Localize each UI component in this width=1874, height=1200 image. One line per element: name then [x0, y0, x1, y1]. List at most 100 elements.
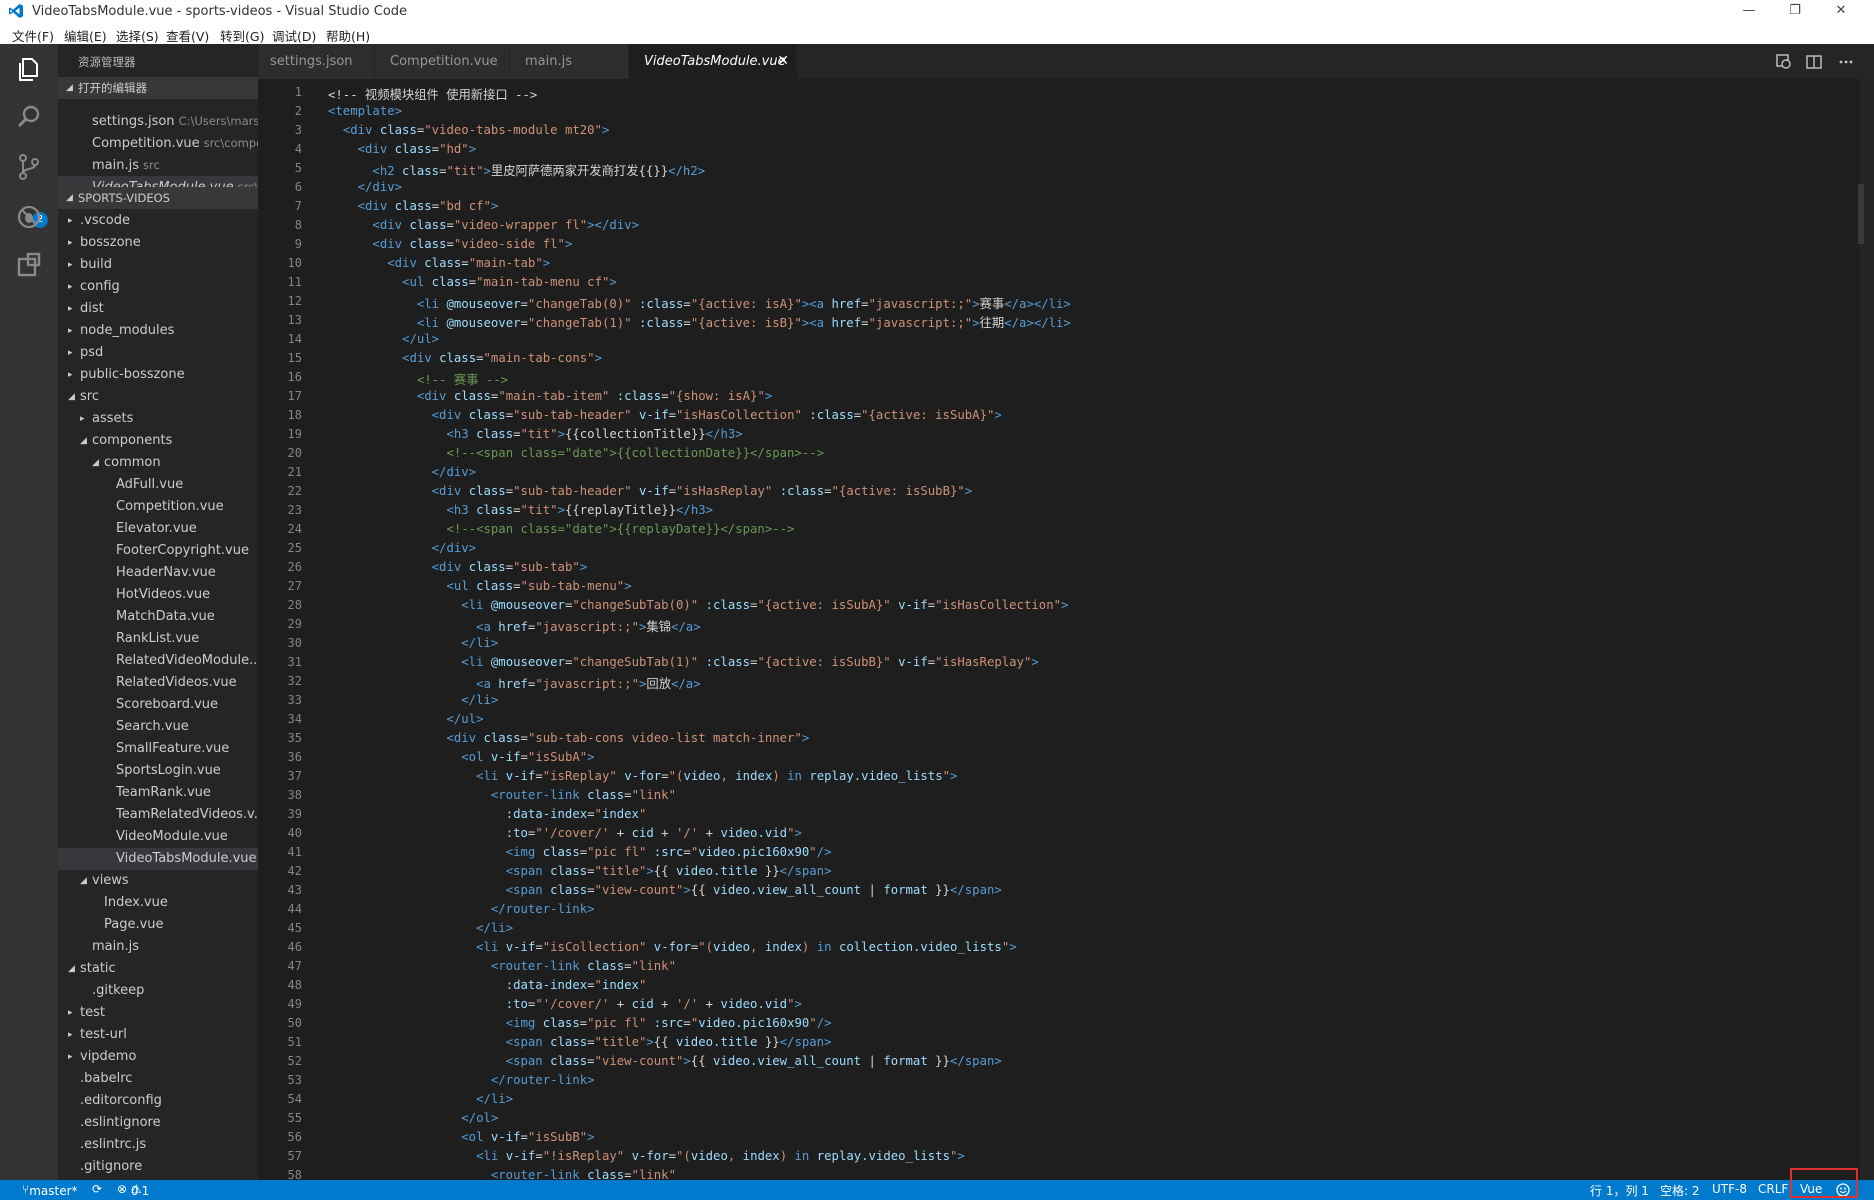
tree-item[interactable]: ◢ views [58, 870, 258, 892]
tree-item[interactable]: ▸ test-url [58, 1024, 258, 1046]
tree-item[interactable]: ◢ common [58, 452, 258, 474]
chevron-down-icon: ◢ [92, 458, 99, 468]
tree-item[interactable]: HotVideos.vue [58, 584, 258, 606]
code-line: <div class="video-side fl"> [372, 237, 573, 251]
tree-item[interactable]: .eslintignore [58, 1112, 258, 1134]
menu-file[interactable]: 文件(F) [12, 26, 54, 45]
code-line: <h2 class="tit">里皮阿萨德两家开发商打发{{}}</h2> [372, 164, 706, 178]
tree-item[interactable]: HeaderNav.vue [58, 562, 258, 584]
tree-item[interactable]: ▸ vipdemo [58, 1046, 258, 1068]
tree-item[interactable]: .eslintrc.js [58, 1134, 258, 1156]
tree-item[interactable]: .gitignore [58, 1156, 258, 1178]
tree-item[interactable]: Scoreboard.vue [58, 694, 258, 716]
chevron-right-icon: ▸ [68, 304, 73, 314]
code-line: <template> [328, 104, 403, 118]
line-number: 12 [287, 294, 302, 308]
line-ending[interactable]: CRLF [1758, 1182, 1788, 1196]
tree-item[interactable]: ◢ src [58, 386, 258, 408]
cursor-position[interactable]: 行 1，列 1 [1590, 1182, 1649, 1199]
tab-competition-vue[interactable]: Competition.vue [375, 44, 509, 79]
open-editor-item[interactable]: main.js src [58, 154, 258, 176]
open-changes-icon[interactable] [1774, 52, 1794, 72]
debug-icon[interactable] [14, 202, 44, 232]
search-icon[interactable] [14, 102, 44, 132]
tree-item[interactable]: ▸ bosszone [58, 232, 258, 254]
line-number: 37 [287, 769, 302, 783]
tree-item[interactable]: ▸ config [58, 276, 258, 298]
more-actions-icon[interactable] [1836, 52, 1856, 72]
line-number: 47 [287, 959, 302, 973]
tab-main-js[interactable]: main.js [510, 44, 628, 79]
tree-item[interactable]: SmallFeature.vue [58, 738, 258, 760]
chevron-right-icon: ▸ [68, 1030, 73, 1040]
chevron-right-icon: ▸ [68, 238, 73, 248]
project-section[interactable]: ◢ SPORTS-VIDEOS [58, 187, 258, 209]
menu-debug[interactable]: 调试(D) [272, 26, 316, 45]
menu-selection[interactable]: 选择(S) [116, 26, 159, 45]
split-editor-icon[interactable] [1804, 52, 1824, 72]
tree-item[interactable]: AdFull.vue [58, 474, 258, 496]
tree-item[interactable]: RankList.vue [58, 628, 258, 650]
close-window-button[interactable]: ✕ [1818, 0, 1864, 24]
tree-item[interactable]: Search.vue [58, 716, 258, 738]
source-control-icon[interactable] [14, 152, 44, 182]
menu-help[interactable]: 帮助(H) [326, 26, 370, 45]
tree-item[interactable]: Competition.vue [58, 496, 258, 518]
tree-item[interactable]: ◢ components [58, 430, 258, 452]
tree-item[interactable]: VideoTabsModule.vue [58, 848, 258, 870]
tree-item[interactable]: ▸ public-bosszone [58, 364, 258, 386]
problems-indicator[interactable]: ⊗ 0 ⚠ 1 [117, 1182, 149, 1198]
tree-item[interactable]: MatchData.vue [58, 606, 258, 628]
tree-item[interactable]: SportsLogin.vue [58, 760, 258, 782]
tab-videotabsmodule-vue[interactable]: VideoTabsModule.vue ✕ [629, 44, 797, 79]
editor-scrollbar[interactable] [1860, 79, 1874, 1180]
code-line: </li> [461, 693, 499, 707]
branch-indicator[interactable]: ⑂ master* [22, 1182, 78, 1198]
code-line: <a href="javascript:;">回放</a> [476, 677, 701, 691]
tab-settings-json[interactable]: settings.json [258, 44, 374, 79]
open-editors-section[interactable]: ◢ 打开的编辑器 [58, 77, 258, 99]
files-icon[interactable] [14, 54, 44, 84]
menu-edit[interactable]: 编辑(E) [64, 26, 107, 45]
menu-go[interactable]: 转到(G) [220, 26, 264, 45]
tree-item[interactable]: .gitkeep [58, 980, 258, 1002]
tree-item[interactable]: RelatedVideos.vue [58, 672, 258, 694]
close-icon[interactable]: ✕ [777, 44, 789, 79]
tree-item[interactable]: FooterCopyright.vue [58, 540, 258, 562]
chevron-down-icon: ◢ [80, 876, 87, 886]
code-line: <li @mouseover="changeSubTab(0)" :class=… [461, 598, 1069, 612]
tree-item[interactable]: Index.vue [58, 892, 258, 914]
tree-item[interactable]: ▸ dist [58, 298, 258, 320]
line-number: 38 [287, 788, 302, 802]
tree-item[interactable]: ▸ build [58, 254, 258, 276]
menu-view[interactable]: 查看(V) [166, 26, 209, 45]
open-editor-item[interactable]: Competition.vuesrc\compo... [58, 132, 258, 154]
tree-item[interactable]: TeamRelatedVideos.v... [58, 804, 258, 826]
scrollbar-thumb[interactable] [1858, 184, 1864, 244]
tree-item[interactable]: Elevator.vue [58, 518, 258, 540]
tree-item[interactable]: ▸ .vscode [58, 210, 258, 232]
tree-item[interactable]: ▸ node_modules [58, 320, 258, 342]
title-bar: VideoTabsModule.vue - sports-videos - Vi… [0, 0, 1874, 24]
tree-item[interactable]: RelatedVideoModule... [58, 650, 258, 672]
sync-icon[interactable]: ⟳ [92, 1182, 102, 1196]
tree-item[interactable]: VideoModule.vue [58, 826, 258, 848]
encoding[interactable]: UTF-8 [1712, 1182, 1747, 1196]
tree-item[interactable]: ▸ assets [58, 408, 258, 430]
tree-item[interactable]: main.js [58, 936, 258, 958]
extensions-icon[interactable] [14, 250, 44, 280]
indentation[interactable]: 空格: 2 [1660, 1182, 1700, 1199]
code-editor[interactable]: 1 <!-- 视频模块组件 使用新接口 --> 2 <template> 3 <div … [258, 79, 1874, 1180]
line-number: 44 [287, 902, 302, 916]
tree-item[interactable]: Page.vue [58, 914, 258, 936]
tree-item[interactable]: .editorconfig [58, 1090, 258, 1112]
open-editor-item[interactable]: settings.jsonC:\Users\marsli... [58, 110, 258, 132]
tree-item[interactable]: ▸ psd [58, 342, 258, 364]
tree-item[interactable]: .babelrc [58, 1068, 258, 1090]
minimize-button[interactable]: — [1726, 0, 1772, 24]
tree-item[interactable]: ▸ test [58, 1002, 258, 1024]
code-line: <span class="title">{{ video.title }}</s… [505, 864, 832, 878]
restore-button[interactable]: ❐ [1772, 0, 1818, 24]
tree-item[interactable]: TeamRank.vue [58, 782, 258, 804]
tree-item[interactable]: ◢ static [58, 958, 258, 980]
